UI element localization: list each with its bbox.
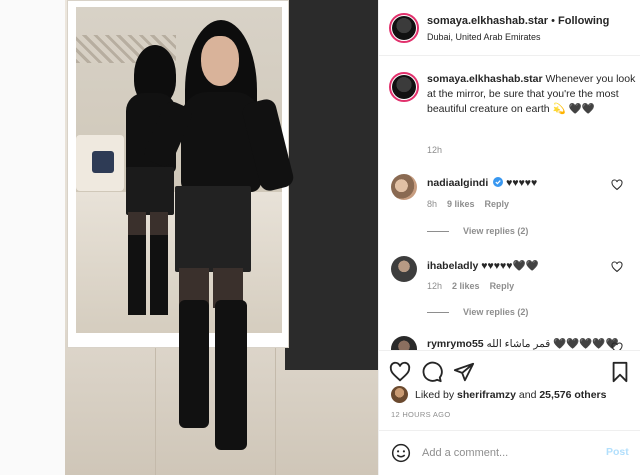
reflection-boot xyxy=(150,235,168,315)
comment-input[interactable] xyxy=(422,443,592,463)
comment-meta: 8h 9 likes Reply xyxy=(427,199,519,209)
comment-time: 12h xyxy=(427,281,443,291)
bookmark-icon[interactable] xyxy=(609,361,631,383)
mirror-bag xyxy=(92,151,114,173)
comment-text: ♥♥♥♥♥🖤🖤 xyxy=(478,260,539,272)
figure-face xyxy=(201,36,239,86)
post-side-panel: somaya.elkhashab.star • Following Dubai,… xyxy=(378,0,640,475)
view-replies-button[interactable]: View replies (2) xyxy=(427,307,528,317)
following-button[interactable]: Following xyxy=(558,15,609,27)
header-separator: • xyxy=(548,15,559,27)
reflection-boot xyxy=(128,235,146,315)
post-header: somaya.elkhashab.star • Following Dubai,… xyxy=(379,0,640,56)
floor-tile-line xyxy=(155,330,156,475)
comment-icon[interactable] xyxy=(421,361,443,383)
comment-meta: 12h 2 likes Reply xyxy=(427,281,524,291)
comment-likes[interactable]: 2 likes xyxy=(452,281,480,291)
comment-likes[interactable]: 9 likes xyxy=(447,199,475,209)
caption-time: 12h xyxy=(427,145,443,155)
caption-text-block: somaya.elkhashab.star Whenever you look … xyxy=(427,72,637,117)
comment-username[interactable]: nadiaalgindi xyxy=(427,177,488,189)
post-button[interactable]: Post xyxy=(606,446,629,458)
post-photo[interactable] xyxy=(65,0,378,475)
reply-button[interactable]: Reply xyxy=(490,281,515,291)
comment-heart-icon[interactable] xyxy=(611,261,623,273)
comment-avatar[interactable] xyxy=(391,336,417,350)
share-icon[interactable] xyxy=(453,361,475,383)
liker-avatar[interactable] xyxy=(391,386,408,403)
instagram-post: somaya.elkhashab.star • Following Dubai,… xyxy=(0,0,640,475)
add-comment-bar: Post xyxy=(379,430,640,475)
comment-time: 8h xyxy=(427,199,438,209)
verified-badge-icon xyxy=(493,177,504,187)
post-timestamp[interactable]: 12 HOURS AGO xyxy=(391,410,450,419)
comment-text: ♥♥♥♥♥ xyxy=(503,177,538,189)
heart-icon[interactable] xyxy=(389,361,411,383)
caption-avatar[interactable] xyxy=(392,75,416,99)
view-replies-line xyxy=(427,231,449,233)
comment-text-line: nadiaalgindi ♥♥♥♥♥ xyxy=(427,177,537,189)
caption-username[interactable]: somaya.elkhashab.star xyxy=(427,73,543,85)
emoji-icon[interactable] xyxy=(391,443,411,463)
header-location[interactable]: Dubai, United Arab Emirates xyxy=(427,32,541,42)
figure-boot xyxy=(179,300,209,428)
likes-prefix: Liked by xyxy=(415,389,458,401)
comment-username[interactable]: rymrymo55 xyxy=(427,338,484,350)
comment-username[interactable]: ihabeladly xyxy=(427,260,478,272)
comment-heart-icon[interactable] xyxy=(611,179,623,191)
view-replies-label: View replies (2) xyxy=(463,226,529,236)
reflection-skirt xyxy=(126,167,174,215)
figure-boot xyxy=(215,300,247,450)
view-replies-button[interactable]: View replies (2) xyxy=(427,226,528,236)
photo-door xyxy=(285,0,378,370)
figure-shorts xyxy=(175,186,251,272)
likes-line: Liked by sheriframzy and 25,576 others xyxy=(379,385,640,405)
view-replies-line xyxy=(427,312,449,314)
liker-username[interactable]: sheriframzy xyxy=(457,389,516,401)
comment-text-line: rymrymo55 قمر ماشاء الله 🖤🖤🖤🖤🖤 xyxy=(427,337,619,350)
likes-and: and xyxy=(515,389,540,401)
likes-text: Liked by sheriframzy and 25,576 others xyxy=(415,389,606,401)
comment-item: rymrymo55 قمر ماشاء الله 🖤🖤🖤🖤🖤 xyxy=(379,330,640,350)
floor-tile-line xyxy=(275,330,276,475)
header-username-line: somaya.elkhashab.star • Following xyxy=(427,15,609,27)
comment-avatar[interactable] xyxy=(391,174,417,200)
comment-text-line: ihabeladly ♥♥♥♥♥🖤🖤 xyxy=(427,259,539,272)
avatar[interactable] xyxy=(392,16,416,40)
comment-text: قمر ماشاء الله 🖤🖤🖤🖤🖤 xyxy=(483,338,619,350)
view-replies-label: View replies (2) xyxy=(463,307,529,317)
header-username[interactable]: somaya.elkhashab.star xyxy=(427,15,548,27)
comment-heart-icon[interactable] xyxy=(611,342,623,350)
comment-avatar[interactable] xyxy=(391,256,417,282)
likes-count[interactable]: 25,576 others xyxy=(539,389,606,401)
reply-button[interactable]: Reply xyxy=(485,199,510,209)
